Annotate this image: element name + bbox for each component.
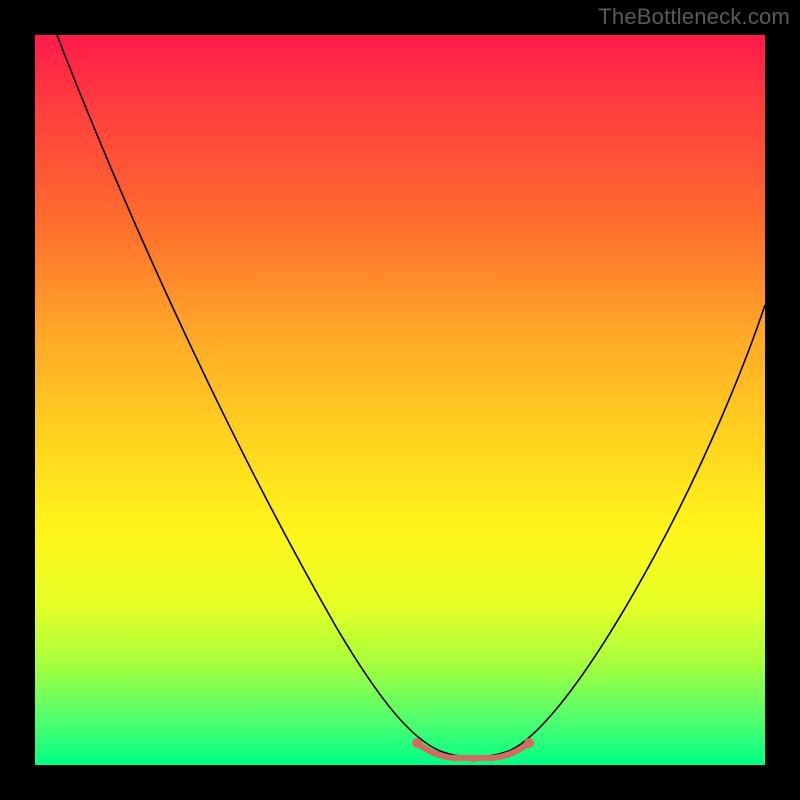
bottleneck-curve bbox=[57, 35, 765, 757]
trough-bead bbox=[488, 755, 494, 761]
plot-area bbox=[35, 35, 765, 765]
watermark-text: TheBottleneck.com bbox=[598, 4, 790, 30]
trough-bead bbox=[470, 756, 476, 762]
trough-highlight bbox=[417, 743, 529, 758]
trough-bead bbox=[437, 752, 443, 758]
trough-right-dot bbox=[524, 738, 534, 748]
chart-frame: TheBottleneck.com bbox=[0, 0, 800, 800]
trough-bead bbox=[452, 755, 458, 761]
trough-left-dot bbox=[412, 738, 422, 748]
curve-svg bbox=[35, 35, 765, 765]
trough-bead bbox=[504, 752, 510, 758]
